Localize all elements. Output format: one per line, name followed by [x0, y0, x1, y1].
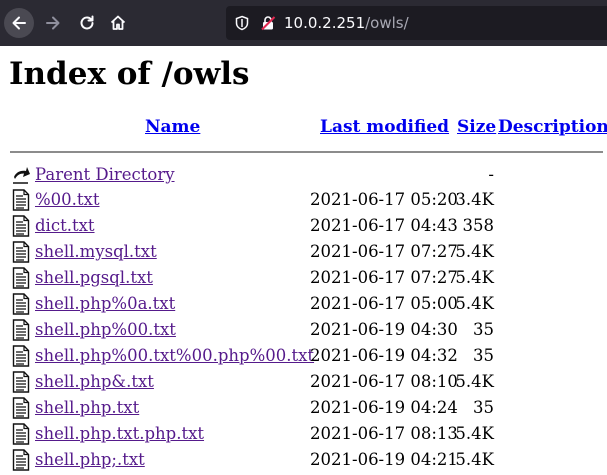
home-icon	[110, 15, 126, 30]
file-size: 5.4K	[455, 242, 494, 261]
text-file-icon	[12, 267, 30, 289]
file-modified: 2021-06-19 04:21	[310, 450, 458, 469]
file-modified: 2021-06-17 05:20	[310, 190, 458, 209]
reload-icon	[80, 15, 94, 30]
text-file-icon	[12, 371, 30, 393]
sort-by-description-link[interactable]: Description	[498, 117, 607, 137]
file-size: 5.4K	[455, 450, 494, 469]
file-row: shell.php&.txt 2021-06-17 08:10 5.4K	[0, 370, 607, 396]
text-file-icon	[12, 449, 30, 471]
text-file-icon	[12, 319, 30, 341]
file-row: shell.php%00.txt%00.php%00.txt 2021-06-19…	[0, 344, 607, 370]
page-title: Index of /owls	[9, 56, 250, 92]
file-link[interactable]: dict.txt	[35, 216, 95, 235]
insecure-lock-icon[interactable]	[260, 15, 276, 31]
file-modified: 2021-06-17 07:27	[310, 242, 458, 261]
forward-arrow-icon	[46, 16, 60, 30]
text-file-icon	[12, 189, 30, 211]
parent-directory-link[interactable]: Parent Directory	[35, 165, 175, 184]
file-row: dict.txt 2021-06-17 04:43 358	[0, 214, 607, 240]
file-modified: 2021-06-19 04:32	[310, 346, 458, 365]
back-arrow-icon	[12, 16, 26, 30]
reload-button[interactable]	[72, 8, 102, 38]
file-link[interactable]: shell.php.txt	[35, 398, 139, 417]
file-row: %00.txt 2021-06-17 05:20 3.4K	[0, 188, 607, 214]
file-size: 35	[473, 320, 494, 339]
home-button[interactable]	[103, 8, 133, 38]
file-modified: 2021-06-17 04:43	[310, 216, 458, 235]
file-row: shell.php.txt.php.txt 2021-06-17 08:13 5.4…	[0, 422, 607, 448]
sort-by-size-link[interactable]: Size	[457, 117, 496, 137]
file-modified: 2021-06-17 05:00	[310, 294, 458, 313]
file-row: shell.pgsql.txt 2021-06-17 07:27 5.4K	[0, 266, 607, 292]
text-file-icon	[12, 397, 30, 419]
browser-toolbar: 10.0.2.251/owls/	[0, 0, 607, 46]
file-link[interactable]: %00.txt	[35, 190, 100, 209]
file-row: shell.php;.txt 2021-06-19 04:21 5.4K	[0, 448, 607, 474]
text-file-icon	[12, 215, 30, 237]
file-link[interactable]: shell.php.txt.php.txt	[35, 424, 204, 443]
column-header-description[interactable]: Description	[498, 117, 607, 137]
file-row: shell.php.txt 2021-06-19 04:24 35	[0, 396, 607, 422]
file-link[interactable]: shell.php;.txt	[35, 450, 145, 469]
file-size: 35	[473, 346, 494, 365]
column-header-size[interactable]: Size	[457, 117, 496, 137]
file-link[interactable]: shell.php%00.txt	[35, 320, 176, 339]
file-size: 5.4K	[455, 294, 494, 313]
text-file-icon	[12, 423, 30, 445]
header-divider	[10, 151, 603, 153]
file-size: 3.4K	[455, 190, 494, 209]
file-size: 5.4K	[455, 372, 494, 391]
file-size: 5.4K	[455, 268, 494, 287]
file-modified: 2021-06-19 04:30	[310, 320, 458, 339]
file-link[interactable]: shell.php&.txt	[35, 372, 154, 391]
file-modified: 2021-06-17 08:13	[310, 424, 458, 443]
parent-directory-row: Parent Directory -	[0, 163, 607, 189]
file-modified: 2021-06-19 04:24	[310, 398, 458, 417]
address-bar[interactable]: 10.0.2.251/owls/	[226, 6, 607, 40]
column-header-name[interactable]: Name	[145, 117, 200, 137]
file-link[interactable]: shell.pgsql.txt	[35, 268, 153, 287]
file-link[interactable]: shell.mysql.txt	[35, 242, 157, 261]
text-file-icon	[12, 345, 30, 367]
file-row: shell.php%0a.txt 2021-06-17 05:00 5.4K	[0, 292, 607, 318]
file-link[interactable]: shell.php%0a.txt	[35, 294, 175, 313]
shield-icon[interactable]	[234, 15, 250, 31]
text-file-icon	[12, 293, 30, 315]
url-text[interactable]: 10.0.2.251/owls/	[284, 14, 409, 32]
column-header-last-modified[interactable]: Last modified	[320, 117, 449, 137]
file-row: shell.mysql.txt 2021-06-17 07:27 5.4K	[0, 240, 607, 266]
sort-by-name-link[interactable]: Name	[145, 117, 200, 137]
file-row: shell.php%00.txt 2021-06-19 04:30 35	[0, 318, 607, 344]
back-button[interactable]	[4, 8, 34, 38]
back-arrow-icon	[13, 167, 30, 184]
url-host: 10.0.2.251	[284, 14, 366, 32]
file-size: 358	[462, 216, 495, 235]
url-path: /owls/	[365, 14, 409, 32]
file-size: 35	[473, 398, 494, 417]
text-file-icon	[12, 241, 30, 263]
sort-by-modified-link[interactable]: Last modified	[320, 117, 449, 137]
file-size: -	[488, 165, 494, 184]
file-size: 5.4K	[455, 424, 494, 443]
file-modified: 2021-06-17 08:10	[310, 372, 458, 391]
file-modified: 2021-06-17 07:27	[310, 268, 458, 287]
forward-button[interactable]	[38, 8, 68, 38]
file-link[interactable]: shell.php%00.txt%00.php%00.txt	[35, 346, 314, 365]
